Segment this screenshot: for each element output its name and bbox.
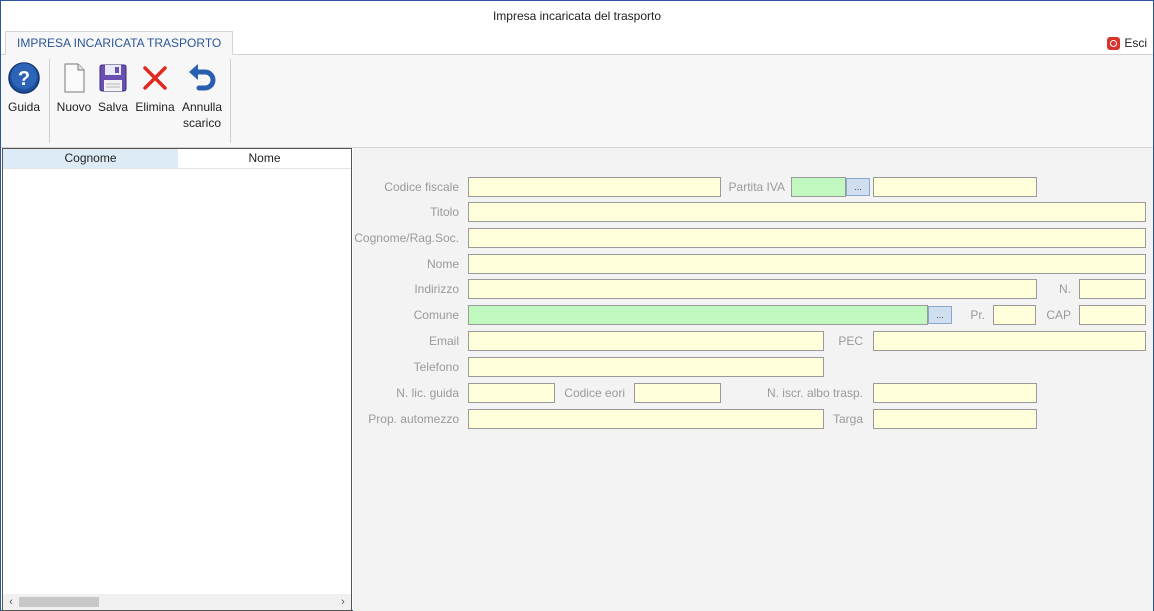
salva-button[interactable]: Salva	[96, 61, 130, 115]
comune-lookup-button[interactable]: ...	[928, 306, 952, 324]
iscr-albo-label: N. iscr. albo trasp.	[766, 386, 863, 400]
pec-field[interactable]	[873, 331, 1146, 351]
horizontal-scrollbar[interactable]: ‹ ›	[3, 594, 351, 610]
tab-strip: IMPRESA INCARICATA TRASPORTO Esci	[1, 31, 1153, 55]
indirizzo-field[interactable]	[468, 279, 1037, 299]
tab-impresa-incaricata[interactable]: IMPRESA INCARICATA TRASPORTO	[5, 31, 234, 55]
prop-automezzo-label: Prop. automezzo	[368, 412, 459, 426]
titolo-field[interactable]	[468, 202, 1146, 222]
nuovo-button[interactable]: Nuovo	[54, 61, 94, 115]
column-header-nome[interactable]: Nome	[178, 149, 351, 168]
titolo-label: Titolo	[430, 205, 459, 219]
window-title: Impresa incaricata del trasporto	[492, 9, 662, 23]
nuovo-label: Nuovo	[56, 100, 92, 114]
column-header-cognome[interactable]: Cognome	[3, 149, 178, 168]
grid-header: Cognome Nome	[3, 149, 351, 169]
nome-label: Nome	[426, 257, 459, 271]
guida-button[interactable]: ? Guida	[5, 61, 43, 115]
codice-fiscale-field[interactable]	[468, 177, 721, 197]
indirizzo-label: Indirizzo	[414, 282, 459, 296]
elimina-label: Elimina	[135, 100, 175, 114]
email-field[interactable]	[468, 331, 824, 351]
numero-label: N.	[1059, 282, 1071, 296]
help-icon: ?	[8, 62, 40, 94]
partita-iva-label: Partita IVA	[728, 180, 785, 194]
iscr-albo-field[interactable]	[873, 383, 1037, 403]
ribbon-toolbar: ? Guida Nuovo Salva Elimina Annulla scar…	[1, 55, 1153, 148]
targa-field[interactable]	[873, 409, 1037, 429]
list-panel: Cognome Nome ‹ ›	[2, 148, 352, 611]
email-label: Email	[428, 334, 459, 348]
codice-fiscale-label: Codice fiscale	[384, 180, 459, 194]
ribbon-separator	[230, 59, 231, 143]
svg-text:?: ?	[18, 68, 30, 90]
new-document-icon	[64, 63, 85, 93]
nome-field[interactable]	[468, 254, 1146, 274]
partita-iva-field[interactable]	[873, 177, 1037, 197]
undo-arrow-icon	[189, 64, 216, 91]
prop-automezzo-field[interactable]	[468, 409, 824, 429]
pec-label: PEC	[838, 334, 863, 348]
partita-iva-lookup-button[interactable]: ...	[846, 178, 870, 196]
annulla-scarico-button[interactable]: Annulla scarico	[179, 61, 225, 131]
exit-label: Esci	[1124, 36, 1147, 50]
scroll-left-icon[interactable]: ‹	[3, 594, 19, 610]
cap-field[interactable]	[1079, 305, 1146, 325]
scroll-right-icon[interactable]: ›	[335, 594, 351, 610]
delete-x-icon	[143, 66, 167, 90]
scrollbar-thumb[interactable]	[19, 597, 99, 607]
exit-button[interactable]: Esci	[1107, 35, 1147, 51]
save-disk-icon	[99, 64, 127, 92]
lic-guida-label: N. lic. guida	[396, 386, 459, 400]
detail-form: Codice fiscale Partita IVA ... Titolo Co…	[353, 148, 1153, 611]
codice-eori-field[interactable]	[634, 383, 721, 403]
partita-iva-country-field[interactable]	[791, 177, 846, 197]
cognome-label: Cognome/Rag.Soc.	[354, 231, 459, 245]
power-icon	[1107, 36, 1121, 50]
codice-eori-label: Codice eori	[564, 386, 625, 400]
ribbon-separator	[49, 59, 50, 143]
lic-guida-field[interactable]	[468, 383, 555, 403]
salva-label: Salva	[97, 100, 129, 114]
provincia-field[interactable]	[993, 305, 1036, 325]
comune-field[interactable]	[468, 305, 928, 325]
provincia-label: Pr.	[970, 308, 985, 322]
cognome-field[interactable]	[468, 228, 1146, 248]
telefono-label: Telefono	[413, 360, 459, 374]
elimina-button[interactable]: Elimina	[134, 61, 176, 115]
cap-label: CAP	[1046, 308, 1071, 322]
annulla-label-1: Annulla	[181, 100, 223, 114]
telefono-field[interactable]	[468, 357, 824, 377]
targa-label: Targa	[832, 412, 863, 426]
guida-label: Guida	[7, 100, 41, 114]
main-window: Impresa incaricata del trasporto IMPRESA…	[0, 0, 1154, 611]
annulla-label-2: scarico	[182, 116, 221, 130]
numero-civico-field[interactable]	[1079, 279, 1146, 299]
comune-label: Comune	[413, 308, 459, 322]
